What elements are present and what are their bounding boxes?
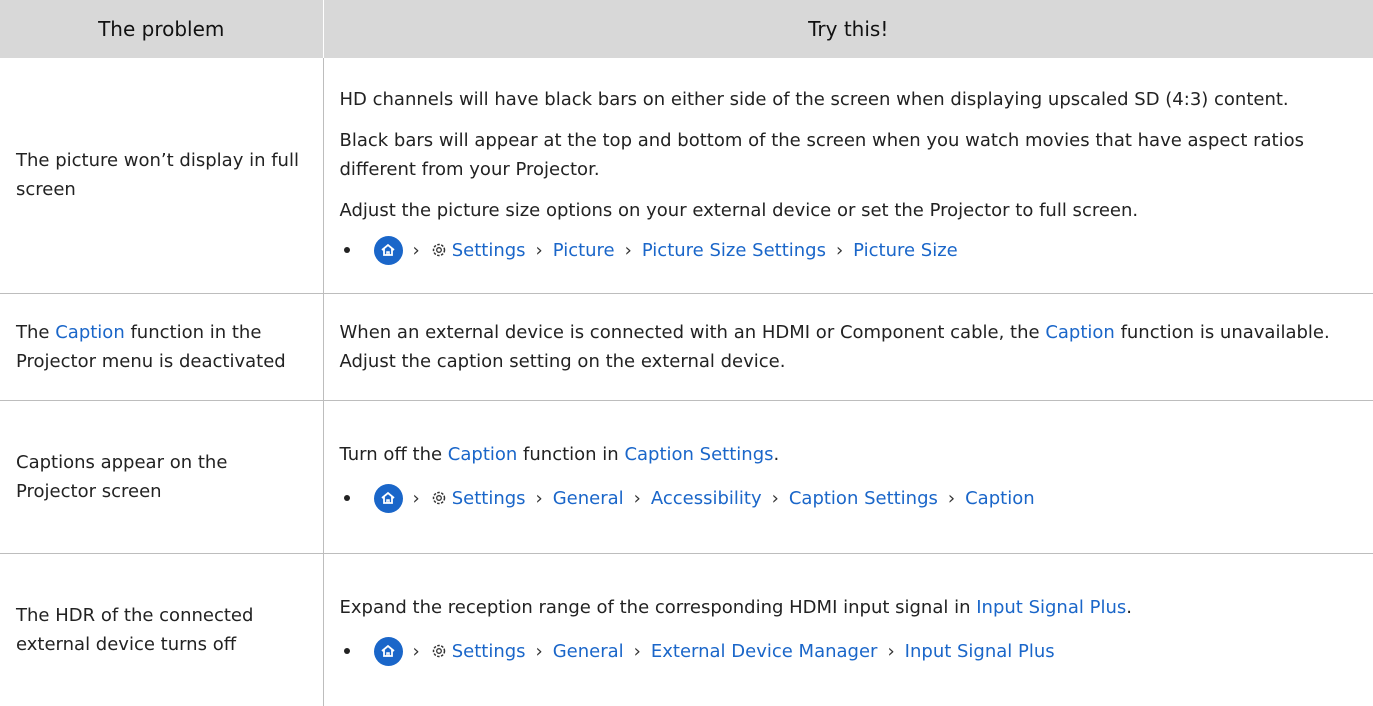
problem-cell: Captions appear on the Projector screen: [0, 400, 324, 554]
menu-path: › Settings › General › External Device M…: [340, 636, 1358, 666]
path-item-picture-size[interactable]: Picture Size: [853, 236, 958, 265]
solution-cell: Turn off the Caption function in Caption…: [323, 400, 1373, 554]
solution-paragraph: HD channels will have black bars on eith…: [339, 89, 1289, 111]
solution-cell: HD channels will have black bars on eith…: [323, 58, 1373, 294]
chevron-right-icon: ›: [412, 487, 420, 509]
path-item-caption[interactable]: Caption: [965, 484, 1035, 513]
problem-cell: The picture won’t display in full screen: [0, 58, 324, 294]
table-row: Captions appear on the Projector screen …: [0, 400, 1373, 554]
chevron-right-icon: ›: [947, 487, 956, 509]
home-icon: [373, 483, 403, 513]
solution-text: When an external device is connected wit…: [339, 321, 1040, 343]
chevron-right-icon: ›: [771, 487, 779, 509]
caption-settings-link[interactable]: Caption Settings: [624, 444, 773, 465]
path-item-input-signal-plus[interactable]: Input Signal Plus: [905, 637, 1055, 666]
chevron-right-icon: ›: [535, 487, 543, 509]
path-item-picture-size-settings[interactable]: Picture Size Settings: [642, 236, 826, 265]
problem-cell: The Caption function in the Projector me…: [0, 293, 324, 401]
input-signal-plus-link[interactable]: Input Signal Plus: [976, 597, 1126, 618]
bullet: [343, 495, 350, 501]
gear-icon: [430, 489, 448, 507]
solution-paragraph: Expand the reception range of the corres…: [340, 593, 1358, 622]
menu-path: › Settings › Picture › Picture Size Sett…: [340, 235, 1358, 265]
path-item-picture[interactable]: Picture: [553, 236, 615, 265]
chevron-right-icon: ›: [624, 239, 632, 261]
table-row: The Caption function in the Projector me…: [0, 293, 1373, 401]
path-item-external-device-manager[interactable]: External Device Manager: [651, 637, 878, 666]
chevron-right-icon: ›: [887, 640, 895, 662]
path-item-settings[interactable]: Settings: [452, 484, 526, 513]
solution-text: function in: [523, 444, 619, 465]
gear-icon: [430, 241, 448, 259]
home-icon: [373, 235, 403, 265]
path-item-settings[interactable]: Settings: [452, 236, 526, 265]
chevron-right-icon: ›: [835, 239, 844, 261]
bullet: [343, 247, 350, 254]
path-item-settings[interactable]: Settings: [452, 637, 526, 666]
solution-paragraph: Turn off the Caption function in Caption…: [340, 440, 1358, 469]
chevron-right-icon: ›: [412, 640, 420, 662]
chevron-right-icon: ›: [412, 239, 420, 261]
path-item-general[interactable]: General: [553, 484, 624, 513]
chevron-right-icon: ›: [633, 487, 641, 509]
caption-link[interactable]: Caption: [55, 322, 125, 343]
solution-cell: Expand the reception range of the corres…: [323, 553, 1373, 706]
path-item-caption-settings[interactable]: Caption Settings: [789, 484, 938, 513]
solution-text: .: [1126, 597, 1132, 619]
table-row: The HDR of the connected external device…: [0, 553, 1373, 706]
solution-cell: When an external device is connected wit…: [323, 293, 1373, 401]
bullet: [343, 648, 350, 655]
chevron-right-icon: ›: [535, 640, 543, 662]
problem-cell: The HDR of the connected external device…: [0, 553, 324, 706]
solution-text: Expand the reception range of the corres…: [339, 597, 971, 619]
path-item-general[interactable]: General: [553, 637, 624, 666]
solution-text: .: [773, 444, 780, 465]
home-icon: [373, 636, 403, 666]
chevron-right-icon: ›: [535, 239, 543, 261]
chevron-right-icon: ›: [633, 640, 641, 662]
menu-path: › Settings › General › Accessibility › C…: [340, 483, 1358, 513]
caption-link[interactable]: Caption: [448, 444, 518, 465]
solution-paragraph: Black bars will appear at the top and bo…: [339, 130, 1305, 181]
path-item-accessibility[interactable]: Accessibility: [651, 484, 762, 513]
problem-text: The: [16, 321, 50, 343]
solution-text: Turn off the: [339, 444, 443, 465]
troubleshooting-table: The problem Try this! The picture won’t …: [0, 0, 1373, 706]
header-solution: Try this!: [322, 0, 1373, 58]
gear-icon: [430, 642, 448, 660]
header-problem: The problem: [0, 0, 323, 58]
table-row: The picture won’t display in full screen…: [0, 58, 1373, 294]
solution-paragraph: Adjust the picture size options on your …: [339, 200, 1139, 222]
caption-link[interactable]: Caption: [1045, 322, 1115, 343]
table-header-row: The problem Try this!: [0, 0, 1373, 58]
